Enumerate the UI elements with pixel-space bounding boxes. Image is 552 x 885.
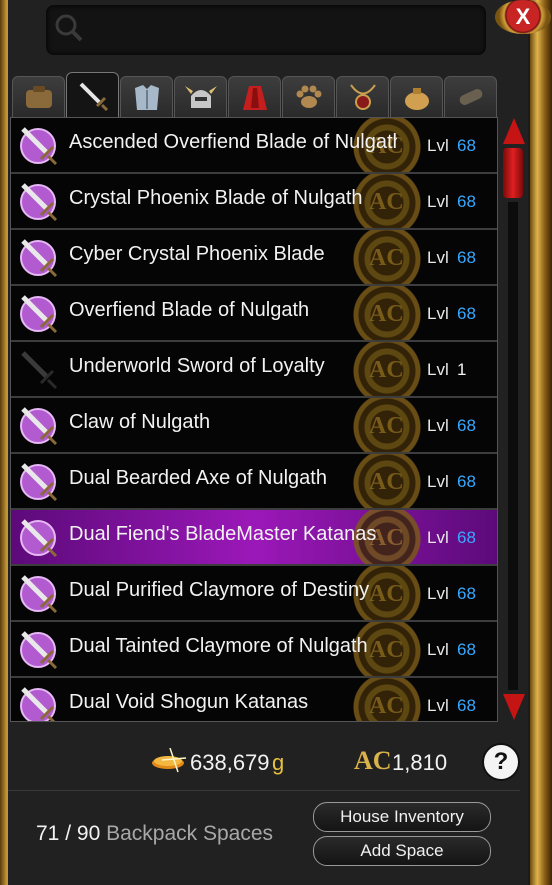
inventory-row[interactable]: AC Claw of Nulgath Lvl 68 [11, 398, 497, 454]
tab-weapon[interactable] [66, 72, 119, 119]
inventory-list: AC Ascended Overfiend Blade of Nulgath Lvl… [10, 117, 498, 722]
necklace-icon [349, 84, 376, 110]
inventory-row[interactable]: AC Cyber Crystal Phoenix Blade Lvl 68 [11, 230, 497, 286]
purple-sword-icon [15, 291, 61, 337]
backpack-used: 71 [36, 822, 60, 845]
purple-dagger-icon [15, 571, 61, 617]
tab-armor[interactable] [120, 76, 173, 118]
item-name: Dual Fiend's BladeMaster Katanas [69, 523, 377, 545]
search-bar[interactable] [46, 5, 486, 55]
ac-currency-icon: AC [354, 746, 392, 775]
item-level-label: Lvl [427, 248, 449, 267]
gold-unit: g [272, 750, 285, 775]
item-name: Dual Void Shogun Katanas [69, 691, 309, 713]
right-frame-border [530, 0, 552, 885]
scroll-icon [459, 89, 482, 105]
house-inventory-button[interactable]: House Inventory [313, 802, 491, 832]
purple-dagger-icon [15, 515, 61, 561]
paw-icon [296, 85, 321, 108]
item-level-value: 68 [457, 528, 476, 547]
purple-sword-icon [15, 123, 61, 169]
item-name: Overfiend Blade of Nulgath [69, 299, 310, 321]
item-level-value: 68 [457, 192, 476, 211]
backpack-label: Backpack Spaces [106, 822, 274, 845]
add-space-button[interactable]: Add Space [313, 836, 491, 866]
item-level-label: Lvl [427, 416, 449, 435]
backpack-spaces: 71 / 90 Backpack Spaces [36, 822, 273, 846]
item-level-value: 68 [457, 416, 476, 435]
ac-amount: 1,810 [392, 750, 448, 775]
tab-helm[interactable] [174, 76, 227, 118]
item-level-label: Lvl [427, 360, 449, 379]
purple-dagger-icon [15, 459, 61, 505]
item-level-value: 68 [457, 248, 476, 267]
item-level-value: 68 [457, 472, 476, 491]
purple-sword-icon [15, 179, 61, 225]
help-button[interactable]: ? [482, 743, 520, 781]
inventory-row[interactable]: AC Dual Fiend's BladeMaster Katanas Lvl 68 [11, 510, 497, 566]
item-name: Crystal Phoenix Blade of Nulgath [69, 187, 363, 209]
cape-icon [242, 86, 267, 110]
inventory-row[interactable]: AC Overfiend Blade of Nulgath Lvl 68 [11, 286, 497, 342]
item-level-label: Lvl [427, 192, 449, 211]
inventory-row[interactable]: AC Underworld Sword of Loyalty Lvl 1 [11, 342, 497, 398]
gold-amount: 638,679 [190, 750, 270, 775]
purple-dagger-icon [15, 403, 61, 449]
scroll-down-arrow-icon[interactable] [503, 694, 525, 720]
item-level-label: Lvl [427, 136, 449, 155]
helm-icon [184, 86, 217, 108]
inventory-row[interactable]: AC Dual Tainted Claymore of Nulgath Lvl 68 [11, 622, 497, 678]
purple-dagger-icon [15, 683, 61, 721]
backpack-separator: / [65, 822, 72, 845]
close-button[interactable]: X [495, 0, 551, 34]
item-level-label: Lvl [427, 640, 449, 659]
item-name: Dual Purified Claymore of Destiny [69, 579, 370, 601]
armor-icon [134, 85, 159, 110]
item-name: Dual Tainted Claymore of Nulgath [69, 635, 368, 657]
gold-coin-icon [152, 748, 187, 773]
item-level-label: Lvl [427, 584, 449, 603]
search-icon [55, 14, 83, 42]
item-level-label: Lvl [427, 304, 449, 323]
inventory-row[interactable]: AC Dual Bearded Axe of Nulgath Lvl 68 [11, 454, 497, 510]
inventory-row[interactable]: AC Dual Purified Claymore of Destiny Lvl 68 [11, 566, 497, 622]
item-level-value: 68 [457, 304, 476, 323]
close-icon: X [515, 4, 531, 29]
inventory-row[interactable]: AC Ascended Overfiend Blade of Nulgath Lvl… [11, 118, 497, 174]
purple-sword-icon [15, 235, 61, 281]
item-level-value: 68 [457, 136, 476, 155]
scroll-up-arrow-icon[interactable] [503, 118, 525, 144]
item-name: Dual Bearded Axe of Nulgath [69, 467, 327, 489]
item-level-value: 68 [457, 584, 476, 603]
sword-icon [79, 82, 108, 111]
item-name: Underworld Sword of Loyalty [69, 355, 325, 377]
item-level-value: 68 [457, 640, 476, 659]
item-level-label: Lvl [427, 696, 449, 715]
dark-sword-icon [15, 347, 61, 393]
pouch-icon [404, 88, 429, 110]
scroll-thumb[interactable] [503, 148, 523, 198]
item-name: Ascended Overfiend Blade of Nulgath [69, 131, 397, 153]
scroll-rail[interactable] [508, 202, 518, 690]
tab-cape[interactable] [228, 76, 281, 118]
tab-necklace[interactable] [336, 76, 389, 118]
item-name: Cyber Crystal Phoenix Blade [69, 243, 325, 265]
inventory-row[interactable]: AC Crystal Phoenix Blade of Nulgath Lvl 68 [11, 174, 497, 230]
divider [8, 790, 520, 791]
item-name: Claw of Nulgath [69, 411, 211, 433]
item-level-label: Lvl [427, 528, 449, 547]
purple-dagger-icon [15, 627, 61, 673]
item-level-value: 68 [457, 696, 476, 715]
tab-bag[interactable] [12, 76, 65, 118]
scrollbar[interactable] [502, 118, 525, 720]
tab-misc[interactable] [444, 76, 497, 118]
inventory-row[interactable]: AC Dual Void Shogun Katanas Lvl 68 [11, 678, 497, 721]
backpack-max: 90 [76, 822, 101, 845]
tab-pet[interactable] [282, 76, 335, 118]
tab-item[interactable] [390, 76, 443, 118]
category-tabs [12, 72, 497, 119]
bag-icon [25, 86, 52, 108]
item-level-value: 1 [457, 360, 467, 379]
item-level-label: Lvl [427, 472, 449, 491]
